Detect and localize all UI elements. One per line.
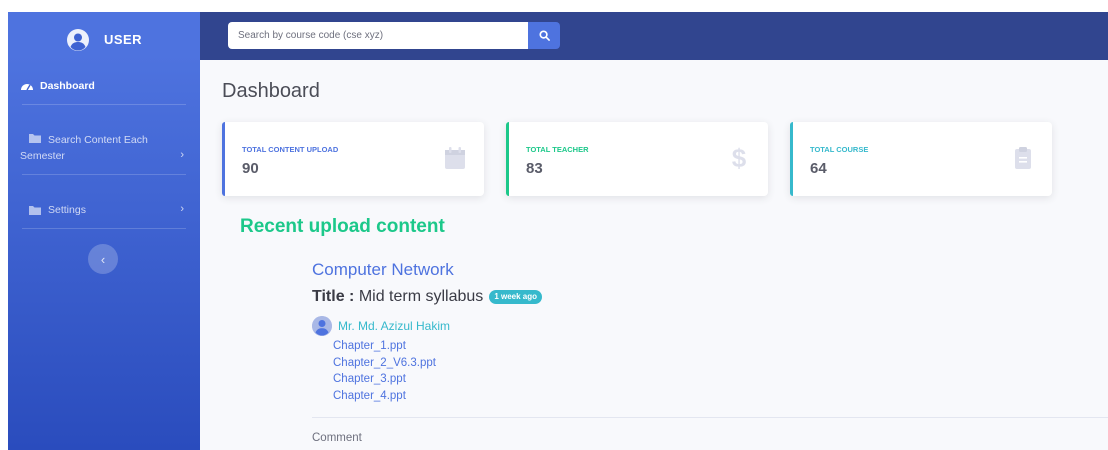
title-prefix: Title : bbox=[312, 288, 355, 305]
course-name[interactable]: Computer Network bbox=[312, 260, 454, 280]
sidebar-brand[interactable]: USER bbox=[8, 12, 200, 67]
topbar bbox=[200, 12, 1108, 60]
user-circle-icon bbox=[66, 28, 89, 51]
card-value: 90 bbox=[242, 160, 259, 177]
clipboard-icon bbox=[1015, 147, 1031, 169]
sidebar-item-label: Settings bbox=[48, 204, 86, 216]
comment-label: Comment bbox=[312, 432, 362, 444]
card-value: 64 bbox=[810, 160, 827, 177]
card-label: TOTAL TEACHER bbox=[526, 145, 589, 154]
upload-title: Title : Mid term syllabus 1 week ago bbox=[312, 288, 542, 306]
card-accent-bar bbox=[222, 122, 225, 196]
author-name[interactable]: Mr. Md. Azizul Hakim bbox=[338, 319, 450, 333]
stat-card-content-upload: TOTAL CONTENT UPLOAD 90 bbox=[222, 122, 484, 196]
file-link[interactable]: Chapter_1.ppt bbox=[333, 338, 436, 355]
sidebar-item-search-content[interactable]: Search Content Each Semester › bbox=[8, 130, 200, 164]
sidebar-item-label: Dashboard bbox=[40, 80, 95, 92]
avatar-icon bbox=[312, 316, 332, 336]
file-list: Chapter_1.ppt Chapter_2_V6.3.ppt Chapter… bbox=[333, 338, 436, 404]
sidebar-item-settings[interactable]: Settings › bbox=[8, 202, 200, 218]
file-link[interactable]: Chapter_3.ppt bbox=[333, 371, 436, 388]
author-row: Mr. Md. Azizul Hakim bbox=[312, 316, 450, 336]
search-bar bbox=[228, 22, 560, 49]
page-title: Dashboard bbox=[222, 80, 320, 102]
calendar-icon bbox=[445, 147, 465, 169]
card-accent-bar bbox=[506, 122, 509, 196]
search-button[interactable] bbox=[528, 22, 560, 49]
card-label: TOTAL CONTENT UPLOAD bbox=[242, 145, 339, 154]
chevron-left-icon: ‹ bbox=[100, 251, 106, 267]
sidebar-divider bbox=[22, 104, 186, 105]
card-label: TOTAL COURSE bbox=[810, 145, 869, 154]
dollar-icon: $ bbox=[731, 143, 747, 173]
sidebar: USER Dashboard Search Content Each Semes… bbox=[8, 12, 200, 450]
folder-icon bbox=[29, 134, 41, 143]
tachometer-icon bbox=[21, 84, 33, 91]
brand-label: USER bbox=[103, 32, 143, 47]
sidebar-toggle-button[interactable]: ‹ bbox=[88, 244, 118, 274]
search-icon bbox=[538, 30, 550, 41]
sidebar-divider bbox=[22, 228, 186, 229]
sidebar-item-dashboard[interactable]: Dashboard bbox=[8, 78, 200, 94]
chevron-right-icon: › bbox=[180, 203, 184, 215]
file-link[interactable]: Chapter_4.ppt bbox=[333, 388, 436, 405]
folder-icon bbox=[29, 206, 41, 215]
card-accent-bar bbox=[790, 122, 793, 196]
sidebar-item-label: Search Content Each Semester bbox=[20, 134, 148, 162]
app-frame: USER Dashboard Search Content Each Semes… bbox=[8, 12, 1108, 450]
chevron-right-icon: › bbox=[180, 149, 184, 161]
search-input[interactable] bbox=[228, 22, 528, 49]
recent-upload-heading: Recent upload content bbox=[240, 216, 445, 237]
title-text: Mid term syllabus bbox=[358, 288, 484, 305]
stat-card-teacher: TOTAL TEACHER 83 $ bbox=[506, 122, 768, 196]
file-link[interactable]: Chapter_2_V6.3.ppt bbox=[333, 355, 436, 372]
divider bbox=[312, 417, 1108, 418]
stat-card-course: TOTAL COURSE 64 bbox=[790, 122, 1052, 196]
card-value: 83 bbox=[526, 160, 543, 177]
main-content: Dashboard TOTAL CONTENT UPLOAD 90 TOTAL … bbox=[200, 60, 1108, 450]
sidebar-divider bbox=[22, 174, 186, 175]
time-badge: 1 week ago bbox=[489, 290, 542, 304]
